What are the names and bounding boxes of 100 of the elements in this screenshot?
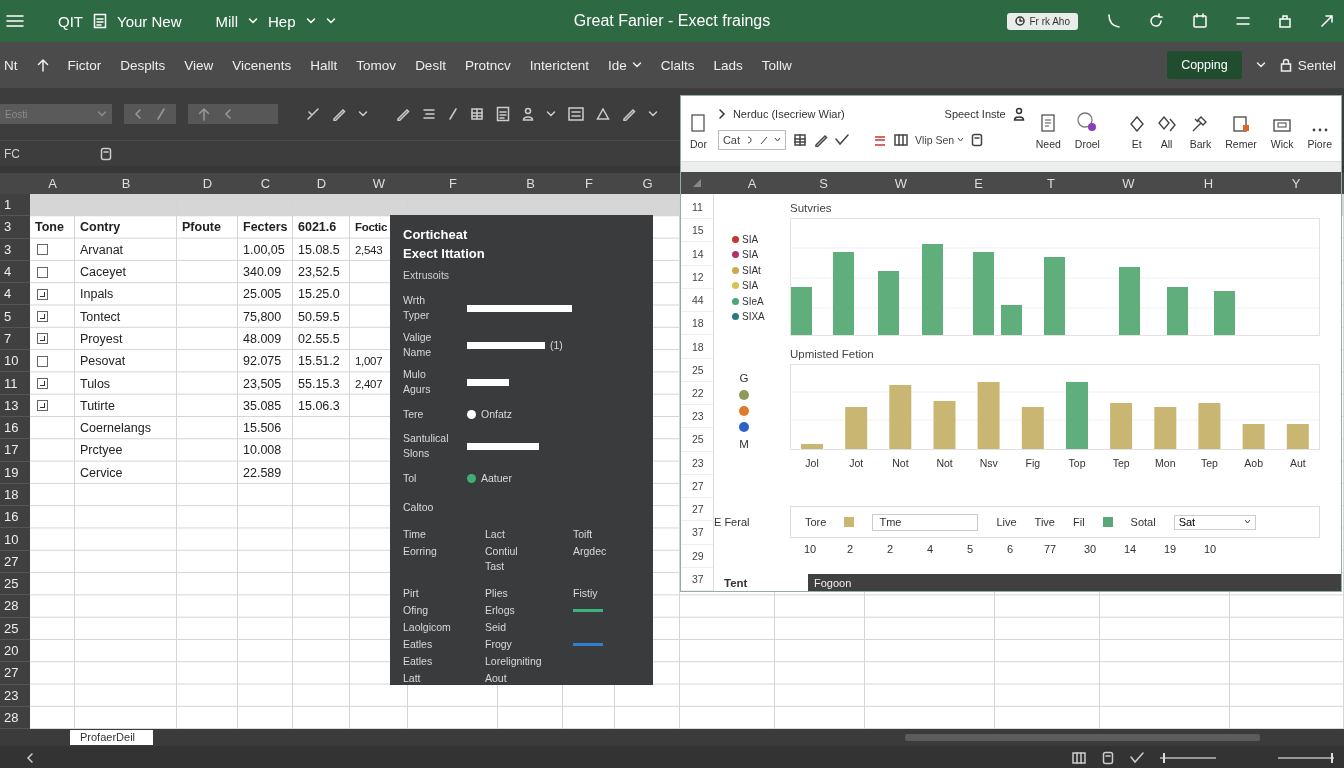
menu-item[interactable]: Hallt (310, 57, 338, 73)
column-letter[interactable]: H (1203, 175, 1214, 191)
ribbon-button[interactable]: Et (1126, 107, 1147, 150)
column-letter[interactable]: D (316, 176, 327, 191)
column-letter[interactable]: W (372, 176, 386, 191)
grid-icon[interactable] (894, 134, 909, 146)
chevron-left-icon[interactable] (26, 751, 34, 764)
arrow-icon[interactable] (1320, 14, 1334, 28)
column-letter[interactable]: T (1047, 175, 1055, 191)
checkbox[interactable] (37, 244, 48, 256)
input-field[interactable] (467, 304, 572, 312)
style-dropdown[interactable]: Vlip Sen (915, 134, 965, 146)
menu-item[interactable]: Fictor (67, 57, 102, 73)
bag-icon[interactable] (1278, 13, 1292, 29)
table-icon[interactable] (793, 133, 808, 147)
caret-icon[interactable] (648, 110, 658, 118)
caret-icon[interactable] (358, 110, 368, 118)
column-letter[interactable]: B (121, 176, 131, 191)
radio-button[interactable] (467, 409, 476, 419)
input-field[interactable] (467, 341, 545, 349)
column-letter[interactable]: B (526, 176, 535, 191)
row-number[interactable]: 11 (681, 196, 713, 220)
primary-button[interactable]: Copping (1167, 51, 1242, 79)
action-button[interactable]: Fr rk Aho (1007, 12, 1078, 30)
hook-icon[interactable] (1106, 13, 1120, 29)
menu-item[interactable]: Interictent (529, 57, 589, 73)
underline-icon[interactable] (873, 133, 888, 147)
menu-item[interactable]: Protncv (464, 57, 511, 73)
slider-thumb[interactable] (1162, 752, 1165, 763)
ribbon-button[interactable]: Dor (687, 107, 710, 150)
column-letter[interactable]: A (48, 176, 57, 191)
menu-item[interactable]: Clalts (660, 57, 695, 73)
checkbox[interactable] (37, 266, 48, 278)
row-number[interactable]: 27 (681, 474, 713, 499)
input-field[interactable] (467, 442, 539, 450)
cell-reference[interactable]: FC (4, 146, 20, 161)
corner-icon[interactable] (692, 178, 702, 188)
column-letter[interactable]: G (642, 176, 653, 191)
brush-icon[interactable] (306, 107, 320, 121)
row-number[interactable]: 29 (681, 544, 713, 568)
menu-item[interactable]: Desplts (120, 57, 166, 73)
menu-icon[interactable] (6, 14, 24, 28)
column-letter[interactable]: C (260, 176, 271, 191)
chevron-right-icon[interactable] (717, 108, 726, 120)
input-field[interactable]: Tme (872, 513, 979, 531)
clock-icon[interactable] (1015, 16, 1026, 26)
column-letter[interactable]: A (747, 175, 757, 191)
caret-icon[interactable] (546, 110, 556, 118)
account-name[interactable]: Sentel (1297, 57, 1336, 73)
row-number[interactable]: 37 (681, 567, 713, 591)
row-number[interactable]: 44 (681, 288, 713, 313)
menu-item[interactable]: Mill (215, 12, 238, 30)
sheet-tab[interactable]: ProfaerDeil (70, 730, 154, 746)
radio-label[interactable]: Onfatz (481, 408, 512, 420)
menu-item[interactable]: Hep (268, 12, 296, 30)
align-icon[interactable] (422, 107, 436, 121)
ribbon-button[interactable]: Remer (1222, 107, 1260, 150)
person-icon[interactable] (1012, 107, 1025, 121)
triangle-icon[interactable] (596, 107, 610, 121)
column-letter[interactable]: W (894, 175, 908, 191)
menu-item[interactable]: View (184, 57, 214, 73)
table-icon[interactable] (470, 107, 484, 121)
person-icon[interactable] (522, 107, 534, 121)
ribbon-button[interactable]: All (1154, 107, 1179, 150)
column-letter[interactable]: F (585, 176, 593, 191)
lock-icon[interactable] (1279, 58, 1292, 72)
ribbon-button[interactable]: Wick (1267, 107, 1297, 150)
checkbox[interactable] (37, 378, 48, 389)
ribbon-button[interactable]: Piore (1304, 107, 1335, 150)
font-box[interactable]: Cat (717, 130, 787, 150)
menu-item[interactable]: Nt (4, 57, 18, 73)
column-letter[interactable]: S (819, 175, 828, 191)
column-letter[interactable]: Y (1291, 175, 1301, 191)
row-number[interactable]: 27 (681, 498, 713, 522)
checkbox[interactable] (37, 333, 48, 345)
list-icon[interactable] (568, 107, 584, 121)
row-number[interactable]: 15 (681, 219, 713, 243)
ribbon-button[interactable]: Bark (1186, 107, 1215, 150)
dropdown[interactable]: Sat (1173, 514, 1256, 530)
scrollbar[interactable] (905, 734, 1260, 742)
row-number[interactable]: 18 (681, 335, 713, 359)
row-number[interactable]: 12 (681, 265, 713, 289)
row-number[interactable]: 23 (681, 405, 713, 429)
menu-item[interactable]: Deslt (415, 57, 446, 73)
check-icon[interactable] (835, 134, 850, 146)
equals-icon[interactable] (1236, 16, 1250, 26)
checkbox[interactable] (37, 400, 48, 412)
share-label[interactable]: Speect Inste (944, 108, 1006, 120)
slash-icon[interactable] (448, 107, 458, 121)
row-number[interactable]: 14 (681, 242, 713, 266)
breadcrumb[interactable]: Nerduc (Isecriew Wiar) (732, 108, 845, 120)
menu-item[interactable]: Tomov (356, 57, 397, 73)
menu-item[interactable]: Ide (607, 57, 627, 73)
radio-label[interactable]: Aatuer (481, 472, 512, 484)
menu-item[interactable]: Tollw (761, 57, 792, 73)
page-icon[interactable] (971, 133, 984, 147)
refresh-icon[interactable] (1148, 13, 1164, 29)
radio-button[interactable] (467, 473, 476, 483)
checkbox[interactable] (37, 311, 48, 323)
document-icon[interactable] (496, 106, 510, 122)
